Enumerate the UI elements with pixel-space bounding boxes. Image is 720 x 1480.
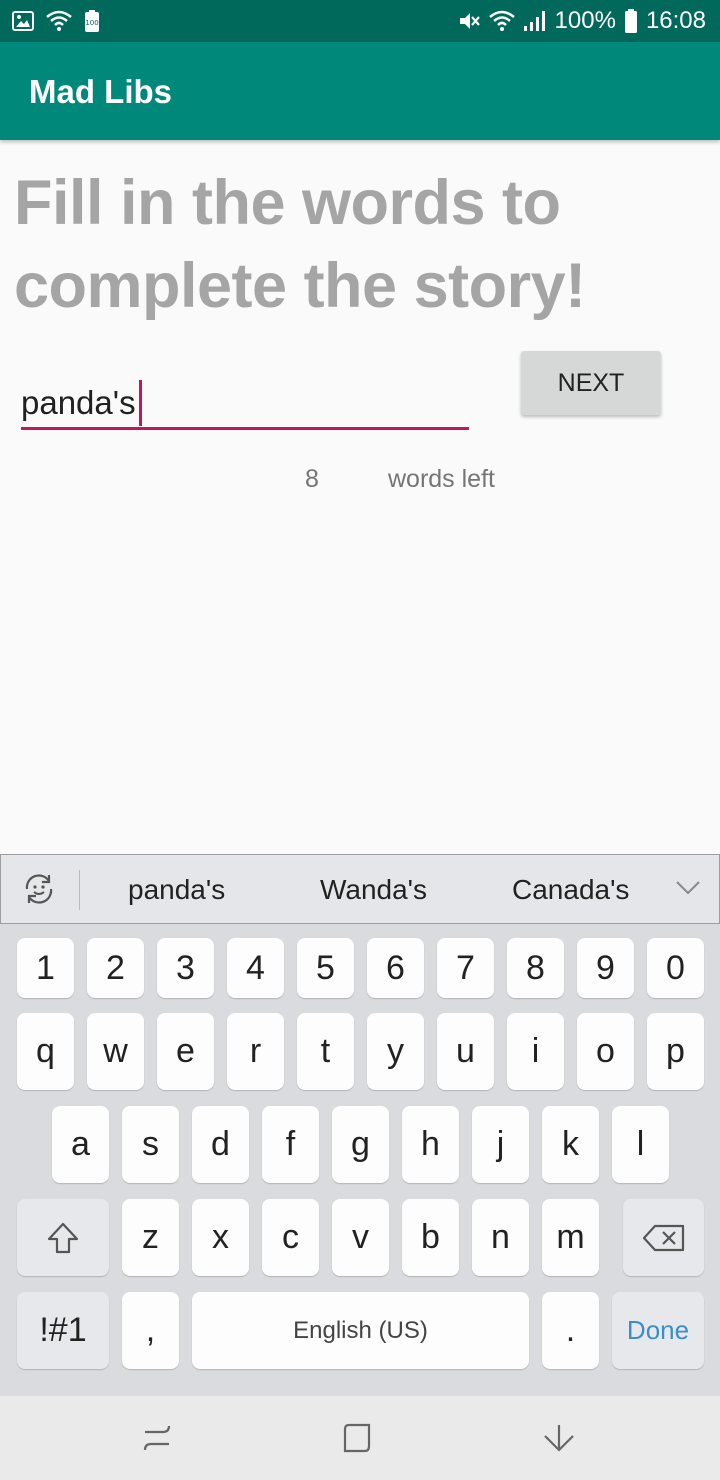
words-left-label: words left bbox=[388, 465, 495, 493]
key-h[interactable]: h bbox=[402, 1106, 459, 1183]
key-f[interactable]: f bbox=[262, 1106, 319, 1183]
key-w[interactable]: w bbox=[87, 1013, 144, 1090]
key-1[interactable]: 1 bbox=[17, 938, 74, 998]
key-r[interactable]: r bbox=[227, 1013, 284, 1090]
key-o[interactable]: o bbox=[577, 1013, 634, 1090]
word-input[interactable] bbox=[21, 378, 469, 430]
key-k[interactable]: k bbox=[542, 1106, 599, 1183]
key-z[interactable]: z bbox=[122, 1199, 179, 1276]
key-b[interactable]: b bbox=[402, 1199, 459, 1276]
period-key[interactable]: . bbox=[542, 1292, 599, 1369]
chevron-down-icon[interactable] bbox=[675, 879, 701, 897]
key-a[interactable]: a bbox=[52, 1106, 109, 1183]
key-5[interactable]: 5 bbox=[297, 938, 354, 998]
shift-icon bbox=[45, 1220, 81, 1256]
key-e[interactable]: e bbox=[157, 1013, 214, 1090]
key-m[interactable]: m bbox=[542, 1199, 599, 1276]
app-title: Mad Libs bbox=[29, 73, 173, 110]
key-s[interactable]: s bbox=[122, 1106, 179, 1183]
recent-apps-icon[interactable] bbox=[141, 1422, 173, 1454]
words-left-count: 8 bbox=[305, 465, 319, 493]
key-v[interactable]: v bbox=[332, 1199, 389, 1276]
symbols-key[interactable]: !#1 bbox=[17, 1292, 109, 1369]
key-x[interactable]: x bbox=[192, 1199, 249, 1276]
key-l[interactable]: l bbox=[612, 1106, 669, 1183]
battery-percent: 100% bbox=[554, 7, 616, 34]
backspace-key[interactable] bbox=[623, 1199, 704, 1276]
key-0[interactable]: 0 bbox=[647, 938, 704, 998]
key-d[interactable]: d bbox=[192, 1106, 249, 1183]
key-c[interactable]: c bbox=[262, 1199, 319, 1276]
mute-icon bbox=[457, 9, 481, 33]
wifi-icon bbox=[46, 10, 72, 32]
key-8[interactable]: 8 bbox=[507, 938, 564, 998]
key-4[interactable]: 4 bbox=[227, 938, 284, 998]
comma-key[interactable]: , bbox=[122, 1292, 179, 1369]
text-cursor bbox=[139, 380, 142, 426]
key-2[interactable]: 2 bbox=[87, 938, 144, 998]
key-q[interactable]: q bbox=[17, 1013, 74, 1090]
hide-keyboard-icon[interactable] bbox=[541, 1422, 577, 1454]
suggestion-2[interactable]: Wanda's bbox=[320, 873, 427, 907]
suggestion-divider bbox=[79, 870, 80, 910]
emoji-refresh-icon[interactable] bbox=[19, 869, 59, 909]
svg-text:100: 100 bbox=[85, 19, 98, 27]
keyboard: panda's Wanda's Canada's 1 2 3 4 5 6 7 8… bbox=[0, 854, 720, 1396]
battery-saver-icon: 100 bbox=[84, 10, 100, 32]
battery-icon bbox=[624, 9, 638, 33]
image-icon bbox=[12, 11, 34, 31]
key-7[interactable]: 7 bbox=[437, 938, 494, 998]
key-9[interactable]: 9 bbox=[577, 938, 634, 998]
wifi-icon bbox=[488, 10, 515, 32]
backspace-icon bbox=[641, 1223, 687, 1253]
key-t[interactable]: t bbox=[297, 1013, 354, 1090]
home-icon[interactable] bbox=[341, 1422, 373, 1454]
status-bar: 100 100% 16:08 bbox=[0, 0, 720, 42]
key-6[interactable]: 6 bbox=[367, 938, 424, 998]
key-u[interactable]: u bbox=[437, 1013, 494, 1090]
key-g[interactable]: g bbox=[332, 1106, 389, 1183]
suggestion-bar: panda's Wanda's Canada's bbox=[0, 854, 720, 924]
navigation-bar bbox=[0, 1396, 720, 1480]
space-key[interactable]: English (US) bbox=[192, 1292, 529, 1369]
key-j[interactable]: j bbox=[472, 1106, 529, 1183]
shift-key[interactable] bbox=[17, 1199, 109, 1276]
key-p[interactable]: p bbox=[647, 1013, 704, 1090]
key-n[interactable]: n bbox=[472, 1199, 529, 1276]
app-bar: Mad Libs bbox=[0, 42, 720, 140]
key-y[interactable]: y bbox=[367, 1013, 424, 1090]
key-3[interactable]: 3 bbox=[157, 938, 214, 998]
done-key[interactable]: Done bbox=[612, 1292, 704, 1369]
page-heading: Fill in the words to complete the story! bbox=[14, 168, 586, 321]
clock: 16:08 bbox=[645, 7, 706, 34]
key-i[interactable]: i bbox=[507, 1013, 564, 1090]
suggestion-1[interactable]: panda's bbox=[128, 873, 225, 907]
next-button[interactable]: NEXT bbox=[521, 351, 661, 415]
signal-icon bbox=[523, 10, 547, 32]
suggestion-3[interactable]: Canada's bbox=[512, 873, 629, 907]
